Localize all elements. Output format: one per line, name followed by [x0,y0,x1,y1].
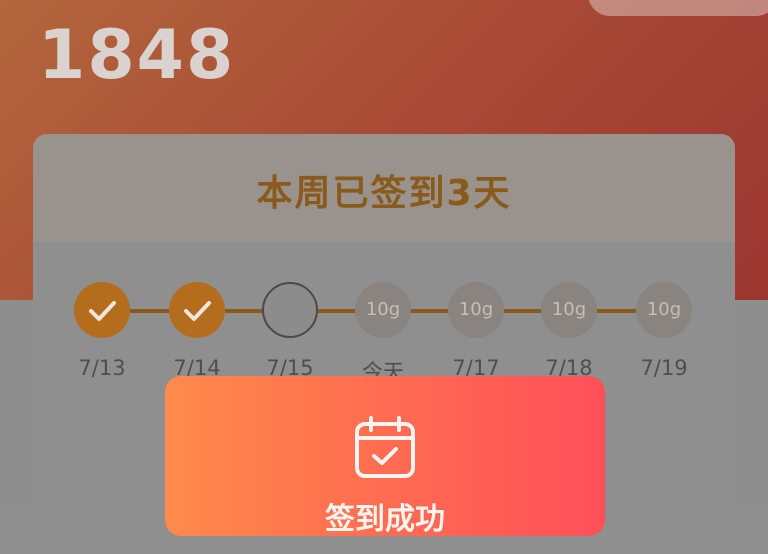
day-circle-reward[interactable]: 10g [355,282,411,338]
signin-success-modal[interactable]: 签到成功 [165,376,605,536]
day-connector [411,309,449,313]
check-icon [89,301,116,321]
reward-amount: 10g [458,299,494,320]
day-circle-checked [169,282,225,338]
day-circle-checked [74,282,130,338]
day-connector [130,309,170,313]
day-circle-reward: 10g [636,282,692,338]
day-circle-missed [262,282,318,338]
day-connector [318,309,356,313]
reward-amount: 10g [551,299,587,320]
top-right-pill-button[interactable] [588,0,768,16]
reward-amount: 10g [646,299,682,320]
day-label: 7/13 [78,356,126,380]
signin-success-text: 签到成功 [325,502,445,536]
check-icon [184,301,211,321]
day-circle-reward: 10g [448,282,504,338]
day-connector [597,309,637,313]
calendar-check-icon [355,416,415,478]
day-circle-reward: 10g [541,282,597,338]
points-balance: 1848 [38,16,236,95]
day-connector [225,309,263,313]
signin-week-title: 本周已签到3天 [256,173,512,214]
reward-amount: 10g [365,299,401,320]
day-label: 7/19 [640,356,688,380]
day-connector [504,309,542,313]
